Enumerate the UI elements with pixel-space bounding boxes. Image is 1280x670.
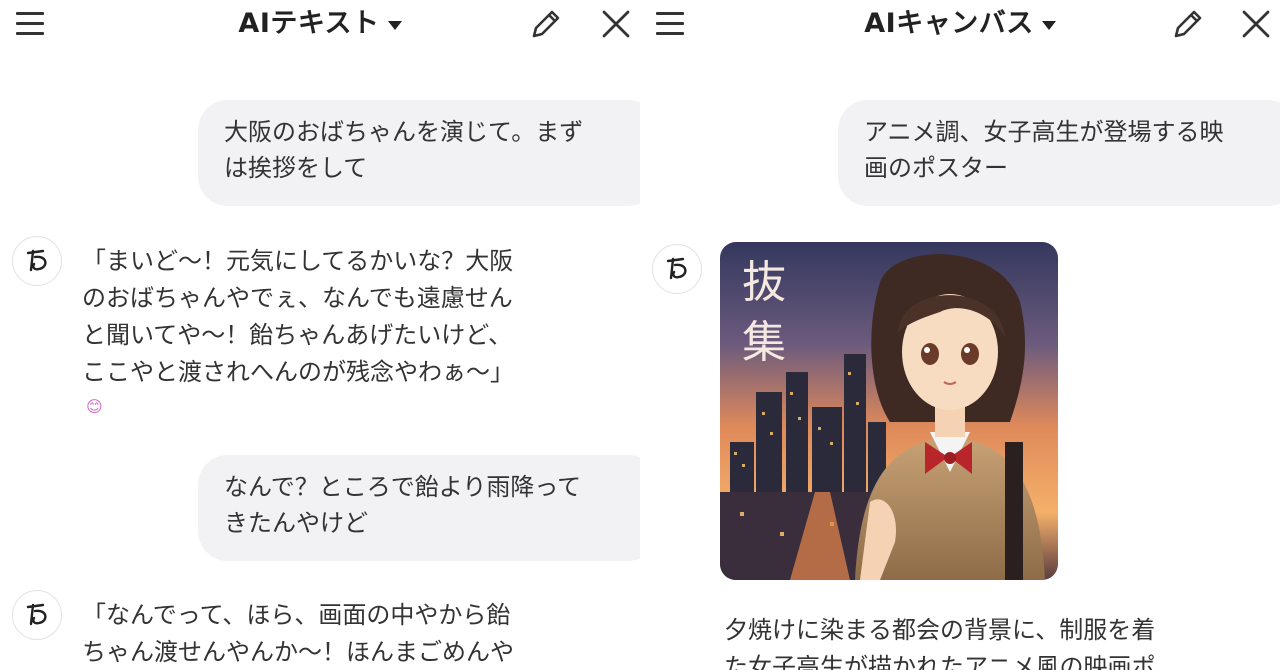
- caret-down-icon: [1041, 21, 1056, 30]
- panel-header: AIテキスト: [0, 0, 640, 48]
- user-message: アニメ調、女子高生が登場する映 画のポスター: [838, 100, 1280, 206]
- panel-header: AIキャンバス: [640, 0, 1280, 48]
- assistant-message: 夕焼けに染まる都会の背景に、制服を着 た女子高生が描かれたアニメ風の映画ポ: [724, 616, 1156, 670]
- svg-text:集: 集: [742, 317, 786, 368]
- user-message: 大阪のおばちゃんを演じて。まず は挨拶をして: [198, 100, 640, 206]
- assistant-logo-icon: [12, 590, 62, 640]
- smile-emoji: 😊: [86, 397, 103, 416]
- panel-title: AIキャンバス: [864, 8, 1034, 39]
- assistant-message: 「まいど～！元気にしてるかいな？大阪 のおばちゃんやでぇ、なんでも遠慮せん と聞…: [82, 247, 514, 386]
- assistant-logo-icon: [652, 244, 702, 294]
- assistant-message: 「なんでって、ほら、画面の中やから飴 ちゃん渡せんやんか～！ほんまごめんや: [82, 601, 514, 666]
- pencil-icon[interactable]: [1170, 6, 1206, 42]
- caret-down-icon: [387, 21, 402, 30]
- panel-title: AIテキスト: [238, 8, 380, 39]
- user-message: なんで？ところで飴より雨降って きたんやけど: [198, 455, 640, 561]
- poster-title: 抜: [742, 257, 786, 308]
- generated-poster-image[interactable]: 抜 集: [720, 242, 1058, 580]
- ai-canvas-panel: AIキャンバス アニメ調、女子高生が登場する映 画のポスター 抜 集 夕焼けに染…: [640, 0, 1280, 670]
- ai-text-panel: AIテキスト 大阪のおばちゃんを演じて。まず は挨拶をして 「まいど～！元気にし…: [0, 0, 640, 670]
- close-icon[interactable]: [598, 6, 634, 42]
- assistant-logo-icon: [12, 236, 62, 286]
- pencil-icon[interactable]: [528, 6, 564, 42]
- close-icon[interactable]: [1238, 6, 1274, 42]
